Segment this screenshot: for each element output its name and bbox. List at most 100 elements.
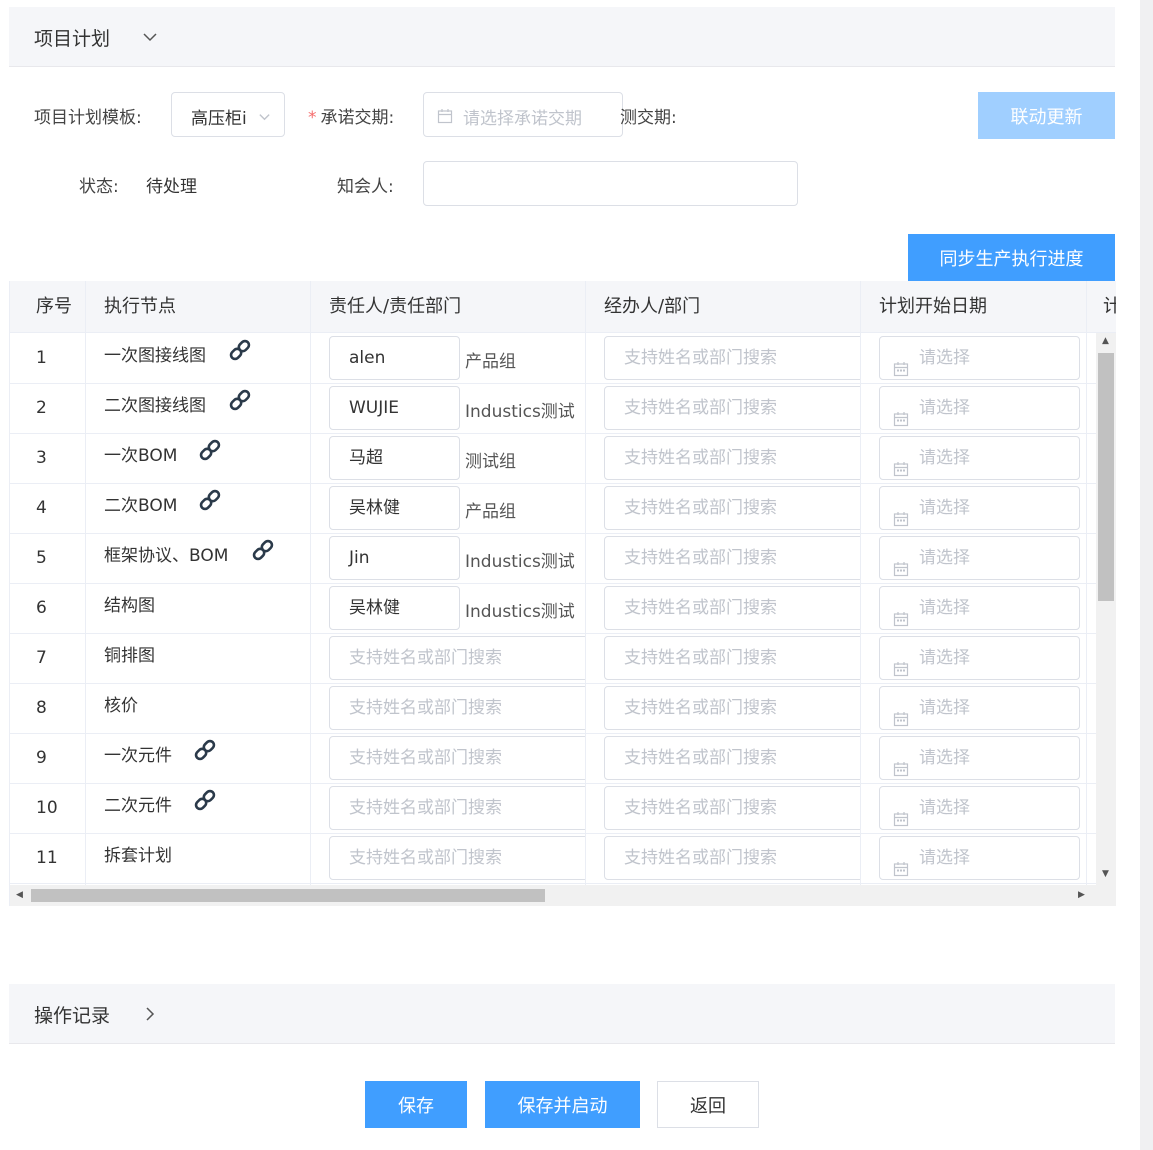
sync-progress-button[interactable]: 同步生产执行进度: [908, 234, 1115, 281]
start-date-placeholder: 请选择: [919, 598, 970, 618]
table-row: 1 一次图接线图 alen 产品组 支持姓名或部门搜索 请选择: [10, 333, 1116, 384]
start-date-picker[interactable]: 请选择: [879, 586, 1080, 630]
owner-dept: Industics测试: [465, 402, 575, 422]
owner-search-input[interactable]: 支持姓名或部门搜索: [329, 836, 585, 880]
chevron-right-icon[interactable]: [142, 1006, 158, 1022]
header-node: 执行节点: [86, 281, 311, 332]
handler-search-input[interactable]: 支持姓名或部门搜索: [604, 836, 860, 880]
table-row: 4 二次BOM 吴林健 产品组 支持姓名或部门搜索 请选择: [10, 483, 1116, 534]
owner-search-input[interactable]: 支持姓名或部门搜索: [329, 686, 585, 730]
start-date-placeholder: 请选择: [919, 348, 970, 368]
handler-search-input[interactable]: 支持姓名或部门搜索: [604, 536, 860, 580]
row-owner-cell: 支持姓名或部门搜索: [311, 833, 586, 883]
row-node-cell: 二次图接线图: [86, 383, 311, 433]
row-node-cell: 二次元件: [86, 783, 311, 833]
plan-section-header[interactable]: 项目计划: [9, 7, 1115, 67]
row-index: 4: [10, 483, 86, 533]
chevron-down-icon[interactable]: [142, 29, 158, 45]
handler-search-input[interactable]: 支持姓名或部门搜索: [604, 636, 860, 680]
log-section-header[interactable]: 操作记录: [9, 984, 1115, 1044]
row-handler-cell: 支持姓名或部门搜索: [586, 333, 861, 383]
handler-search-input[interactable]: 支持姓名或部门搜索: [604, 786, 860, 830]
link-icon[interactable]: [197, 485, 223, 531]
table-row: 3 一次BOM 马超 测试组 支持姓名或部门搜索 请选择: [10, 433, 1116, 484]
start-date-picker[interactable]: 请选择: [879, 386, 1080, 430]
link-update-button[interactable]: 联动更新: [978, 92, 1115, 139]
row-start-date-cell: 请选择: [861, 833, 1087, 883]
promise-date-label: * 承诺交期:: [308, 103, 394, 128]
start-date-placeholder: 请选择: [919, 798, 970, 818]
owner-search-input[interactable]: 支持姓名或部门搜索: [329, 636, 585, 680]
start-date-picker[interactable]: 请选择: [879, 686, 1080, 730]
row-index: 7: [10, 633, 86, 683]
calendar-icon: [893, 451, 909, 479]
horizontal-scroll-thumb[interactable]: [31, 889, 545, 902]
scroll-right-icon[interactable]: ▶: [1078, 890, 1085, 900]
owner-search-input[interactable]: 支持姓名或部门搜索: [329, 736, 585, 780]
owner-input[interactable]: alen: [329, 336, 460, 380]
handler-search-input[interactable]: 支持姓名或部门搜索: [604, 336, 860, 380]
handler-search-input[interactable]: 支持姓名或部门搜索: [604, 586, 860, 630]
start-date-picker[interactable]: 请选择: [879, 636, 1080, 680]
row-start-date-cell: 请选择: [861, 333, 1087, 383]
handler-search-input[interactable]: 支持姓名或部门搜索: [604, 686, 860, 730]
table-row: 2 二次图接线图 WUJIE Industics测试 支持姓名或部门搜索 请选择: [10, 383, 1116, 434]
scroll-up-icon[interactable]: ▲: [1102, 336, 1109, 346]
owner-input[interactable]: Jin: [329, 536, 460, 580]
template-label: 项目计划模板:: [34, 108, 142, 128]
row-node-cell: 一次图接线图: [86, 333, 311, 383]
row-owner-cell: 吴林健 Industics测试: [311, 583, 586, 633]
owner-input[interactable]: 吴林健: [329, 486, 460, 530]
notify-input[interactable]: [423, 161, 798, 206]
scroll-down-icon[interactable]: ▼: [1102, 869, 1109, 879]
start-date-placeholder: 请选择: [919, 698, 970, 718]
row-node-name: 核价: [104, 696, 138, 716]
owner-search-input[interactable]: 支持姓名或部门搜索: [329, 786, 585, 830]
link-icon[interactable]: [227, 385, 253, 431]
start-date-picker[interactable]: 请选择: [879, 536, 1080, 580]
plan-table: 序号 执行节点 责任人/责任部门 经办人/部门 计划开始日期 计 1 一次图接线图…: [9, 281, 1116, 906]
start-date-picker[interactable]: 请选择: [879, 436, 1080, 480]
link-icon[interactable]: [227, 335, 253, 381]
table-row: 7 铜排图 支持姓名或部门搜索 支持姓名或部门搜索 请选择: [10, 633, 1116, 684]
row-owner-cell: 马超 测试组: [311, 433, 586, 483]
row-node-name: 二次元件: [104, 796, 172, 816]
save-and-start-button[interactable]: 保存并启动: [485, 1081, 640, 1128]
template-select[interactable]: 高压柜i: [171, 92, 285, 137]
scroll-left-icon[interactable]: ◀: [16, 890, 23, 900]
row-start-date-cell: 请选择: [861, 633, 1087, 683]
row-start-date-cell: 请选择: [861, 683, 1087, 733]
owner-input[interactable]: 马超: [329, 436, 460, 480]
link-icon[interactable]: [197, 435, 223, 481]
start-date-picker[interactable]: 请选择: [879, 486, 1080, 530]
back-button[interactable]: 返回: [657, 1081, 759, 1128]
start-date-picker[interactable]: 请选择: [879, 836, 1080, 880]
start-date-picker[interactable]: 请选择: [879, 786, 1080, 830]
handler-search-input[interactable]: 支持姓名或部门搜索: [604, 736, 860, 780]
horizontal-scrollbar[interactable]: ◀ ▶: [10, 885, 1116, 906]
row-handler-cell: 支持姓名或部门搜索: [586, 483, 861, 533]
row-index: 10: [10, 783, 86, 833]
handler-search-input[interactable]: 支持姓名或部门搜索: [604, 486, 860, 530]
promise-date-picker[interactable]: 请选择承诺交期: [423, 92, 623, 137]
start-date-picker[interactable]: 请选择: [879, 736, 1080, 780]
row-handler-cell: 支持姓名或部门搜索: [586, 433, 861, 483]
link-icon[interactable]: [192, 785, 218, 831]
row-node-cell: 核价: [86, 683, 311, 733]
vertical-scrollbar[interactable]: ▲ ▼: [1096, 333, 1116, 885]
start-date-picker[interactable]: 请选择: [879, 336, 1080, 380]
calendar-icon: [893, 551, 909, 579]
link-icon[interactable]: [192, 735, 218, 781]
row-node-cell: 一次BOM: [86, 433, 311, 483]
owner-input[interactable]: WUJIE: [329, 386, 460, 430]
handler-search-input[interactable]: 支持姓名或部门搜索: [604, 436, 860, 480]
row-node-name: 铜排图: [104, 646, 155, 666]
owner-dept: Industics测试: [465, 602, 575, 622]
handler-search-input[interactable]: 支持姓名或部门搜索: [604, 386, 860, 430]
vertical-scroll-thumb[interactable]: [1098, 353, 1114, 601]
owner-input[interactable]: 吴林健: [329, 586, 460, 630]
calendar-icon: [893, 851, 909, 879]
owner-dept: Industics测试: [465, 552, 575, 572]
link-icon[interactable]: [250, 535, 276, 581]
save-button[interactable]: 保存: [365, 1081, 467, 1128]
